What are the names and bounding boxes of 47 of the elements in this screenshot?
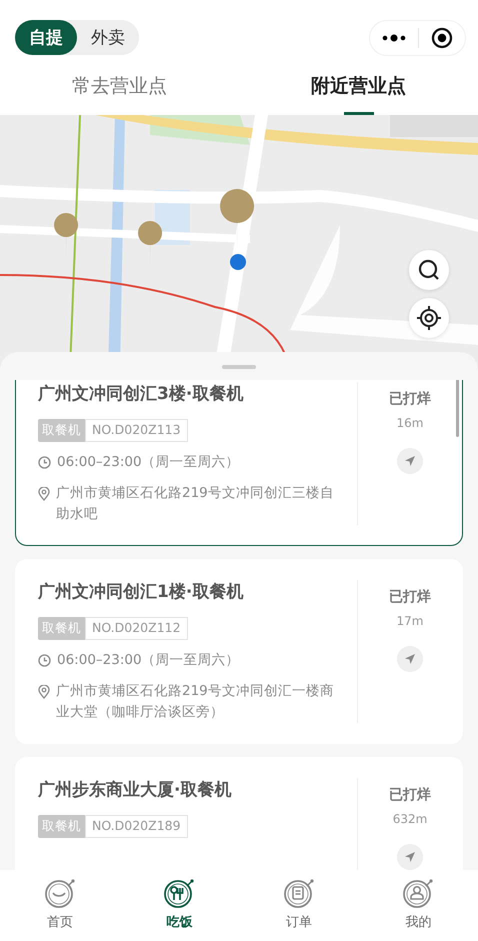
notepad-record-icon xyxy=(282,878,315,910)
store-card[interactable]: 广州文冲同创汇1楼·取餐机 取餐机 NO.D020Z112 06:00–23:00（周一至周六） 广州市黄埔区石化路219号文冲同创汇一楼商业大堂（咖啡厅洽谈区旁） 已打烊 17m xyxy=(15,559,463,744)
store-status: 已打烊 xyxy=(389,786,431,804)
mode-toggle-option[interactable]: 外卖 xyxy=(77,20,139,55)
tab-bar-item[interactable]: 首页 xyxy=(0,870,120,941)
location-pin-icon xyxy=(38,487,50,501)
distance: 16m xyxy=(396,416,424,430)
navigate-button[interactable] xyxy=(397,844,423,870)
tab-bar-item[interactable]: 我的 xyxy=(358,870,478,941)
navigate-button[interactable] xyxy=(397,448,423,474)
navigation-arrow-icon xyxy=(404,851,416,863)
store-name: 广州文冲同创汇1楼·取餐机 xyxy=(38,581,244,603)
opening-hours: 06:00–23:00（周一至周六） xyxy=(57,453,240,472)
navigation-arrow-icon xyxy=(404,653,416,665)
store-code: NO.D020Z112 xyxy=(85,617,188,640)
store-address: 广州市黄埔区石化路219号文冲同创汇三楼自助水吧 xyxy=(56,484,335,524)
store-card[interactable]: 广州步东商业大厦·取餐机 取餐机 NO.D020Z189 已打烊 632m xyxy=(15,757,463,870)
store-status: 已打烊 xyxy=(389,390,431,408)
clock-icon xyxy=(38,654,51,667)
navigation-arrow-icon xyxy=(404,455,416,467)
utensils-record-icon xyxy=(163,878,196,910)
drag-handle[interactable] xyxy=(222,365,256,369)
store-name: 广州文冲同创汇3楼·取餐机 xyxy=(38,383,244,405)
clock-icon xyxy=(38,456,51,469)
store-name: 广州步东商业大厦·取餐机 xyxy=(38,779,232,801)
target-icon[interactable] xyxy=(431,26,453,48)
type-tag: 取餐机 xyxy=(38,617,85,640)
distance: 17m xyxy=(396,614,424,628)
tab-bar-item[interactable]: 吃饭 xyxy=(120,870,239,941)
store-card[interactable]: 广州文冲同创汇3楼·取餐机 取餐机 NO.D020Z113 06:00–23:00（周一至周六） 广州市黄埔区石化路219号文冲同创汇三楼自助水吧 已打烊 16m xyxy=(15,380,463,546)
opening-hours: 06:00–23:00（周一至周六） xyxy=(57,651,240,670)
locate-icon xyxy=(416,305,442,331)
more-icon[interactable] xyxy=(382,34,406,42)
store-code: NO.D020Z189 xyxy=(85,815,188,838)
store-address: 广州市黄埔区石化路219号文冲同创汇一楼商业大堂（咖啡厅洽谈区旁） xyxy=(56,682,335,722)
distance: 632m xyxy=(392,812,428,826)
search-icon xyxy=(418,259,440,281)
location-pin-icon xyxy=(38,685,50,699)
smile-record-icon xyxy=(44,878,76,910)
type-tag: 取餐机 xyxy=(38,815,85,838)
type-tag: 取餐机 xyxy=(38,419,85,442)
mode-toggle-option[interactable]: 自提 xyxy=(15,20,77,55)
navigate-button[interactable] xyxy=(397,646,423,672)
store-code: NO.D020Z113 xyxy=(85,419,188,442)
person-record-icon xyxy=(402,878,434,910)
store-status: 已打烊 xyxy=(389,588,431,606)
tab-bar-item[interactable]: 订单 xyxy=(239,870,358,941)
